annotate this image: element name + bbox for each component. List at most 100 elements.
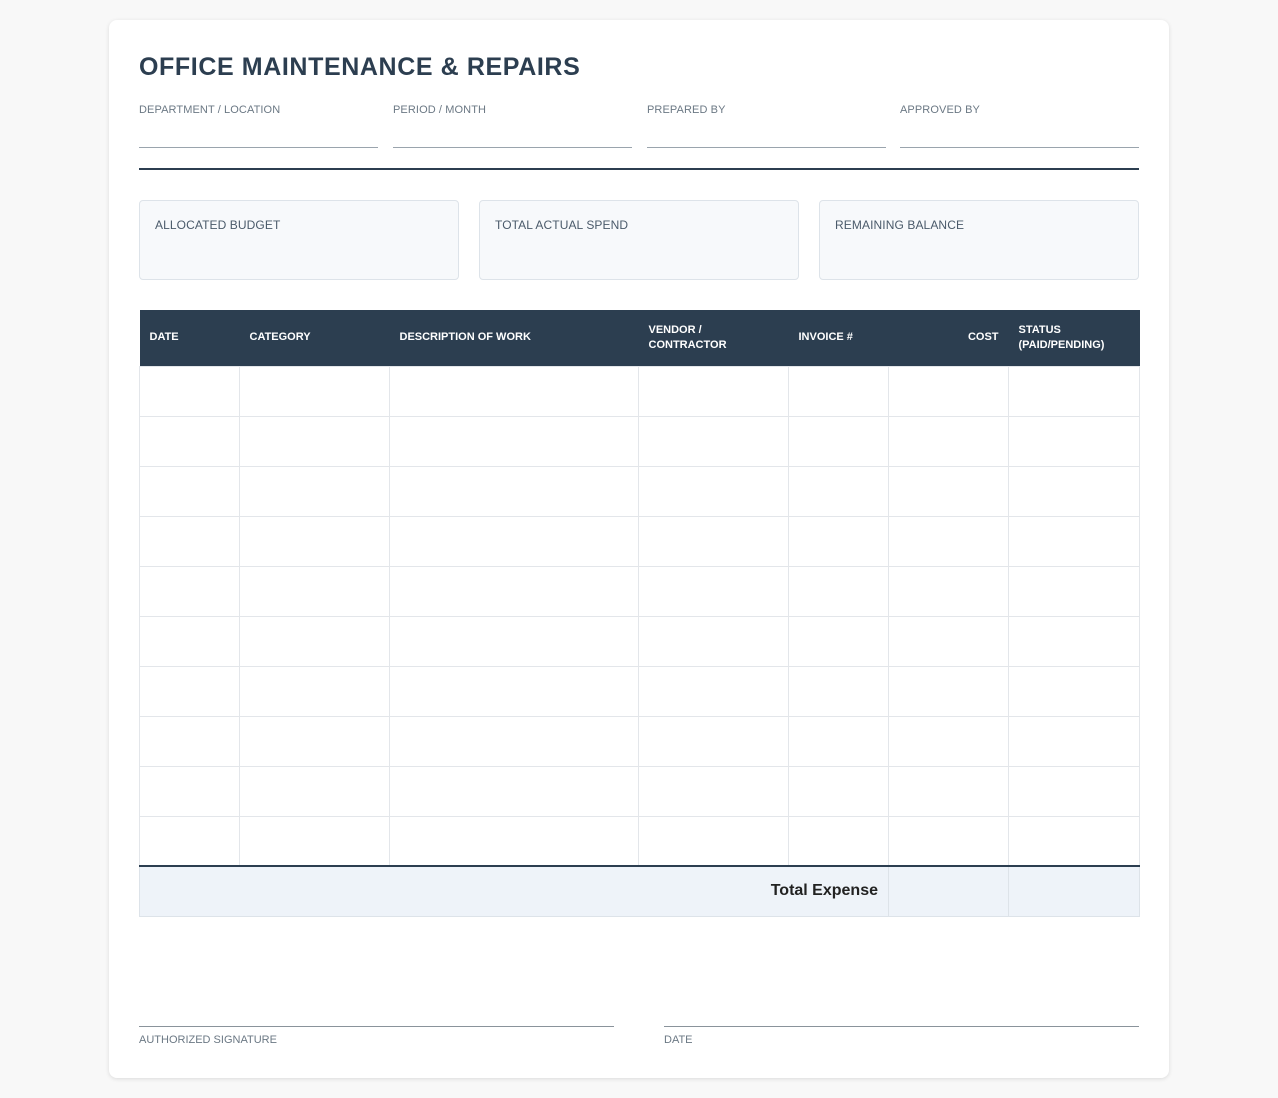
date-cell[interactable] <box>139 665 240 717</box>
table-row <box>139 665 1140 717</box>
total-row: Total Expense <box>139 865 1140 917</box>
date-cell[interactable] <box>139 815 240 867</box>
cost-cell[interactable] <box>888 765 1009 817</box>
table-row <box>139 365 1140 417</box>
date-cell[interactable] <box>139 615 240 667</box>
total-actual-spend-label: TOTAL ACTUAL SPEND <box>495 218 629 232</box>
category-cell[interactable] <box>239 665 390 717</box>
vendor-cell[interactable] <box>638 715 789 767</box>
category-cell[interactable] <box>239 815 390 867</box>
cost-cell[interactable] <box>888 665 1009 717</box>
authorized-signature-line[interactable]: AUTHORIZED SIGNATURE <box>139 1026 614 1046</box>
category-cell[interactable] <box>239 415 390 467</box>
department-location-field[interactable]: DEPARTMENT / LOCATION <box>139 104 378 148</box>
category-cell[interactable] <box>239 465 390 517</box>
table-row <box>139 565 1140 617</box>
column-header-category: CATEGORY <box>239 310 390 366</box>
invoice-cell[interactable] <box>788 365 889 417</box>
approved-by-label: APPROVED BY <box>900 104 980 116</box>
signature-date-line[interactable]: DATE <box>664 1026 1139 1046</box>
category-cell[interactable] <box>239 515 390 567</box>
date-cell[interactable] <box>139 515 240 567</box>
invoice-cell[interactable] <box>788 615 889 667</box>
description-cell[interactable] <box>389 665 639 717</box>
status-cell[interactable] <box>1008 715 1140 767</box>
invoice-cell[interactable] <box>788 815 889 867</box>
vendor-cell[interactable] <box>638 665 789 717</box>
invoice-cell[interactable] <box>788 515 889 567</box>
header-divider <box>139 168 1139 170</box>
invoice-cell[interactable] <box>788 665 889 717</box>
invoice-cell[interactable] <box>788 565 889 617</box>
table-row <box>139 615 1140 667</box>
table-row <box>139 415 1140 467</box>
date-cell[interactable] <box>139 365 240 417</box>
vendor-cell[interactable] <box>638 365 789 417</box>
description-cell[interactable] <box>389 365 639 417</box>
status-cell[interactable] <box>1008 665 1140 717</box>
category-cell[interactable] <box>239 715 390 767</box>
category-cell[interactable] <box>239 565 390 617</box>
remaining-balance-card[interactable]: REMAINING BALANCE <box>819 200 1139 280</box>
total-actual-spend-card[interactable]: TOTAL ACTUAL SPEND <box>479 200 799 280</box>
approved-by-field[interactable]: APPROVED BY <box>900 104 1139 148</box>
cost-cell[interactable] <box>888 415 1009 467</box>
description-cell[interactable] <box>389 815 639 867</box>
table-row <box>139 715 1140 767</box>
vendor-cell[interactable] <box>638 565 789 617</box>
vendor-cell[interactable] <box>638 515 789 567</box>
description-cell[interactable] <box>389 715 639 767</box>
category-cell[interactable] <box>239 765 390 817</box>
cost-cell[interactable] <box>888 715 1009 767</box>
allocated-budget-card[interactable]: ALLOCATED BUDGET <box>139 200 459 280</box>
date-cell[interactable] <box>139 415 240 467</box>
category-cell[interactable] <box>239 365 390 417</box>
total-expense-status-cell[interactable] <box>1008 865 1140 917</box>
cost-cell[interactable] <box>888 365 1009 417</box>
form-page: OFFICE MAINTENANCE & REPAIRS DEPARTMENT … <box>109 20 1169 1078</box>
status-cell[interactable] <box>1008 565 1140 617</box>
description-cell[interactable] <box>389 765 639 817</box>
vendor-cell[interactable] <box>638 415 789 467</box>
prepared-by-field[interactable]: PREPARED BY <box>647 104 886 148</box>
invoice-cell[interactable] <box>788 765 889 817</box>
cost-cell[interactable] <box>888 615 1009 667</box>
column-header-vendor: VENDOR / CONTRACTOR <box>638 310 789 366</box>
total-expense-cost-cell[interactable] <box>888 865 1009 917</box>
vendor-cell[interactable] <box>638 765 789 817</box>
allocated-budget-label: ALLOCATED BUDGET <box>155 218 281 232</box>
remaining-balance-label: REMAINING BALANCE <box>835 218 965 232</box>
table-row <box>139 815 1140 867</box>
cost-cell[interactable] <box>888 515 1009 567</box>
category-cell[interactable] <box>239 615 390 667</box>
date-cell[interactable] <box>139 465 240 517</box>
date-cell[interactable] <box>139 765 240 817</box>
date-cell[interactable] <box>139 565 240 617</box>
status-cell[interactable] <box>1008 615 1140 667</box>
invoice-cell[interactable] <box>788 415 889 467</box>
vendor-cell[interactable] <box>638 615 789 667</box>
status-cell[interactable] <box>1008 815 1140 867</box>
status-cell[interactable] <box>1008 765 1140 817</box>
description-cell[interactable] <box>389 465 639 517</box>
status-cell[interactable] <box>1008 515 1140 567</box>
description-cell[interactable] <box>389 615 639 667</box>
status-cell[interactable] <box>1008 415 1140 467</box>
date-cell[interactable] <box>139 715 240 767</box>
period-month-field[interactable]: PERIOD / MONTH <box>393 104 632 148</box>
total-expense-label: Total Expense <box>139 865 889 917</box>
cost-cell[interactable] <box>888 465 1009 517</box>
status-cell[interactable] <box>1008 365 1140 417</box>
invoice-cell[interactable] <box>788 465 889 517</box>
department-location-label: DEPARTMENT / LOCATION <box>139 104 281 116</box>
vendor-cell[interactable] <box>638 815 789 867</box>
description-cell[interactable] <box>389 565 639 617</box>
vendor-cell[interactable] <box>638 465 789 517</box>
column-header-date: DATE <box>139 310 240 366</box>
cost-cell[interactable] <box>888 815 1009 867</box>
invoice-cell[interactable] <box>788 715 889 767</box>
cost-cell[interactable] <box>888 565 1009 617</box>
status-cell[interactable] <box>1008 465 1140 517</box>
description-cell[interactable] <box>389 515 639 567</box>
description-cell[interactable] <box>389 415 639 467</box>
